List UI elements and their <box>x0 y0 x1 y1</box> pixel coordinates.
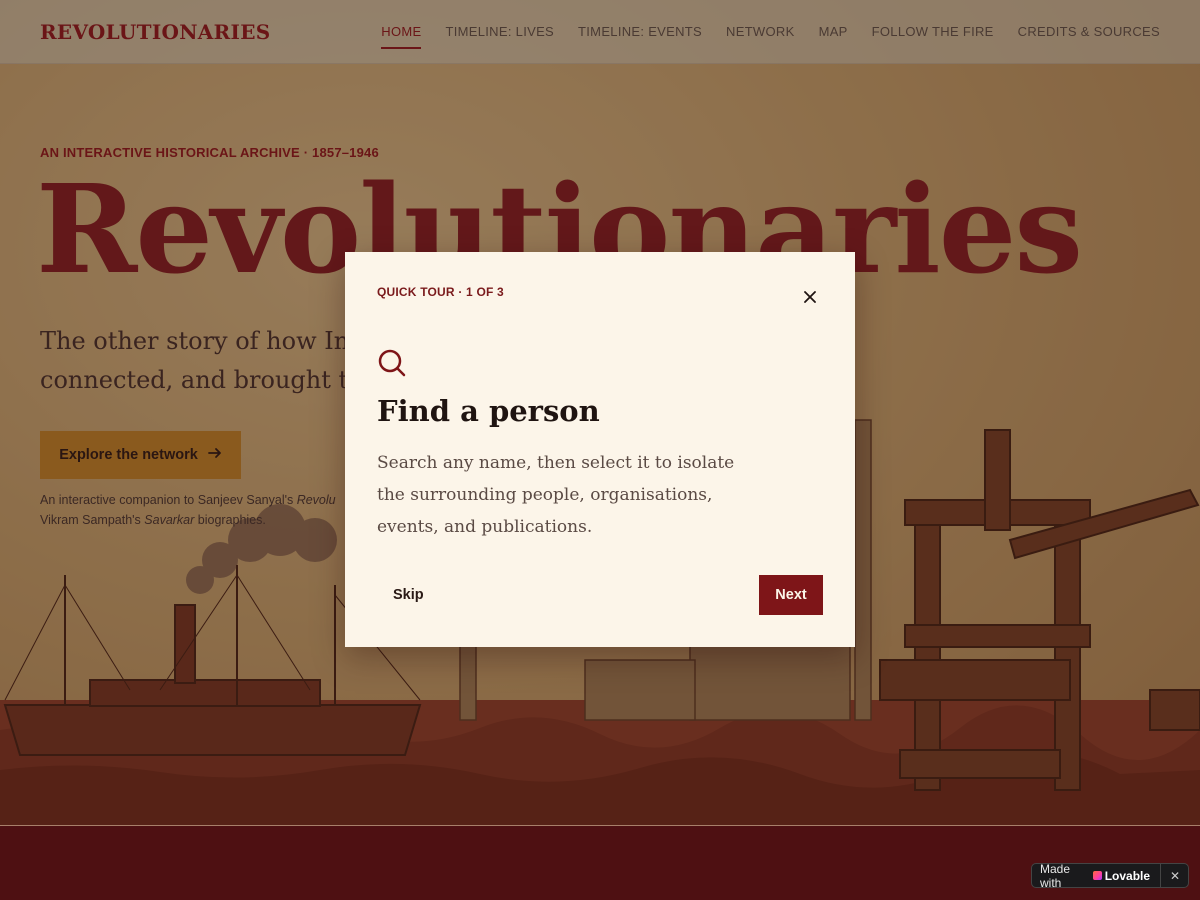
made-with-badge[interactable]: Made with Lovable ✕ <box>1031 861 1189 890</box>
hero-subtitle-line1: The other story of how India <box>40 327 387 355</box>
badge-prefix: Made with <box>1040 861 1071 890</box>
nav-item-map[interactable]: MAP <box>819 16 848 47</box>
badge-close-icon[interactable]: ✕ <box>1170 869 1180 883</box>
skip-button[interactable]: Skip <box>377 575 440 615</box>
hero-subtitle-line2: connected, and brought to li <box>40 366 386 394</box>
arrow-right-icon <box>207 446 222 465</box>
divider <box>0 825 1200 826</box>
site-header: REVOLUTIONARIES HOME TIMELINE: LIVES TIM… <box>0 0 1200 64</box>
tour-step-indicator: QUICK TOUR · 1 OF 3 <box>377 285 504 299</box>
lovable-heart-icon <box>1092 871 1102 880</box>
main-nav: HOME TIMELINE: LIVES TIMELINE: EVENTS NE… <box>357 16 1160 49</box>
divider <box>1160 863 1161 888</box>
search-icon <box>377 348 407 378</box>
quick-tour-modal: QUICK TOUR · 1 OF 3 Find a person Search… <box>345 252 855 647</box>
badge-brand: Lovable <box>1104 868 1151 883</box>
explore-network-button[interactable]: Explore the network <box>40 431 241 479</box>
modal-body: Search any name, then select it to isola… <box>377 453 735 537</box>
modal-title: Find a person <box>377 394 600 428</box>
nav-item-timeline-lives[interactable]: TIMELINE: LIVES <box>445 16 554 47</box>
note-text: biographies. <box>194 513 266 527</box>
next-button[interactable]: Next <box>759 575 823 615</box>
note-book-title: Revolu <box>296 493 336 507</box>
nav-item-credits-sources[interactable]: CREDITS & SOURCES <box>1018 16 1160 47</box>
nav-item-timeline-events[interactable]: TIMELINE: EVENTS <box>578 16 702 47</box>
hero-note: An interactive companion to Sanjeev Sany… <box>40 490 360 530</box>
note-text: An interactive companion to Sanjeev Sany… <box>40 493 297 507</box>
nav-item-home[interactable]: HOME <box>381 16 422 49</box>
lovable-logo: Lovable <box>1092 868 1151 883</box>
nav-item-network[interactable]: NETWORK <box>726 16 795 47</box>
close-icon[interactable] <box>801 288 819 306</box>
nav-item-follow-the-fire[interactable]: FOLLOW THE FIRE <box>872 16 994 47</box>
site-logo[interactable]: REVOLUTIONARIES <box>40 20 271 44</box>
note-text: Vikram Sampath's <box>40 513 145 527</box>
note-book-title: Savarkar <box>144 513 195 527</box>
cta-label: Explore the network <box>59 447 198 463</box>
